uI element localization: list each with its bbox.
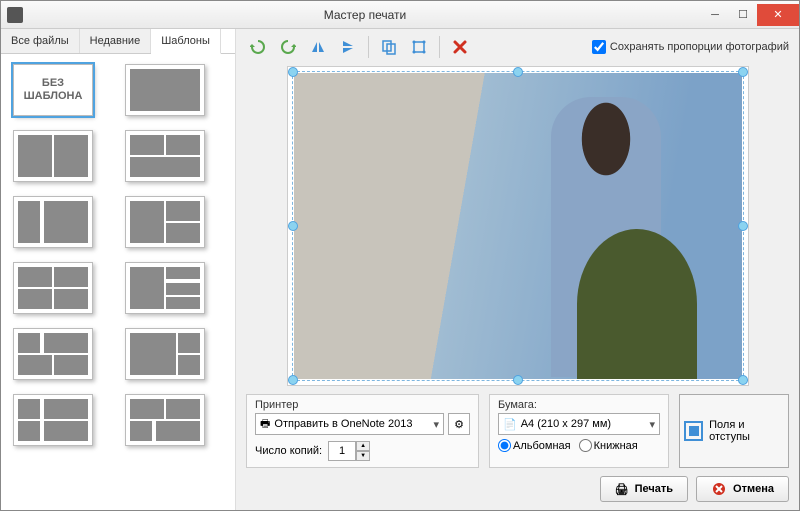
toolbar-separator: [368, 36, 369, 58]
toolbar-separator: [439, 36, 440, 58]
tab-all-files[interactable]: Все файлы: [1, 29, 80, 53]
resize-handle[interactable]: [513, 67, 523, 77]
resize-handle[interactable]: [288, 375, 298, 385]
orientation-portrait[interactable]: Книжная: [579, 439, 638, 452]
cancel-button-label: Отмена: [733, 483, 774, 495]
template-none-label: БЕЗ ШАБЛОНА: [24, 77, 83, 103]
margins-icon: [684, 421, 703, 441]
resize-handle[interactable]: [288, 221, 298, 231]
print-button[interactable]: 🖨 Печать: [600, 476, 688, 502]
app-icon: [7, 7, 23, 23]
tab-templates[interactable]: Шаблоны: [151, 29, 221, 54]
chevron-down-icon: ▾: [433, 418, 439, 431]
printer-icon: 🖶: [260, 415, 270, 434]
window-title: Мастер печати: [29, 8, 701, 22]
template-item[interactable]: [125, 262, 205, 314]
orientation-landscape-radio[interactable]: [498, 439, 511, 452]
printer-group-label: Принтер: [255, 399, 470, 411]
rotate-left-button[interactable]: [246, 35, 270, 59]
title-bar: Мастер печати ─ ☐ ✕: [1, 1, 799, 29]
paper-group: Бумага: 📄 A4 (210 x 297 мм) ▾ Альбомная …: [489, 394, 669, 468]
selection-frame[interactable]: [292, 71, 744, 381]
minimize-button[interactable]: ─: [701, 4, 729, 26]
templates-pane: Все файлы Недавние Шаблоны БЕЗ ШАБЛОНА: [1, 29, 236, 510]
template-none[interactable]: БЕЗ ШАБЛОНА: [13, 64, 93, 116]
page-icon: 📄: [503, 418, 517, 431]
template-item[interactable]: [125, 328, 205, 380]
paper-group-label: Бумага:: [498, 399, 660, 411]
printer-group: Принтер 🖶 Отправить в OneNote 2013 ▾ ⚙ Ч…: [246, 394, 479, 468]
copies-spinner[interactable]: ▲ ▼: [328, 441, 370, 461]
paper-selected: A4 (210 x 297 мм): [521, 418, 611, 430]
preview-area: [246, 60, 789, 390]
orientation-radio-group: Альбомная Книжная: [498, 439, 660, 452]
orientation-portrait-label: Книжная: [594, 440, 638, 452]
keep-aspect-ratio-label: Сохранять пропорции фотографий: [610, 41, 789, 53]
printer-settings-button[interactable]: ⚙: [448, 413, 470, 435]
orientation-portrait-radio[interactable]: [579, 439, 592, 452]
dialog-actions: 🖨 Печать Отмена: [246, 476, 789, 502]
copies-input[interactable]: [328, 441, 356, 461]
orientation-landscape-label: Альбомная: [513, 440, 571, 452]
chevron-down-icon: ▾: [649, 418, 655, 431]
template-item[interactable]: [125, 394, 205, 446]
flip-horizontal-button[interactable]: [306, 35, 330, 59]
margins-button[interactable]: Поля и отступы: [679, 394, 789, 468]
page-preview[interactable]: [287, 66, 749, 386]
template-item[interactable]: [13, 262, 93, 314]
template-item[interactable]: [125, 196, 205, 248]
flip-vertical-button[interactable]: [336, 35, 360, 59]
crop-button[interactable]: [407, 35, 431, 59]
print-settings: Принтер 🖶 Отправить в OneNote 2013 ▾ ⚙ Ч…: [246, 390, 789, 468]
copies-down-button[interactable]: ▼: [356, 451, 370, 461]
preview-pane: Сохранять пропорции фотографий: [236, 29, 799, 510]
resize-handle[interactable]: [513, 375, 523, 385]
copies-label: Число копий:: [255, 445, 322, 457]
cancel-icon: [711, 481, 727, 497]
paper-size-select[interactable]: 📄 A4 (210 x 297 мм) ▾: [498, 413, 660, 435]
template-item[interactable]: [13, 130, 93, 182]
template-item[interactable]: [125, 64, 205, 116]
template-item[interactable]: [125, 130, 205, 182]
template-item[interactable]: [13, 394, 93, 446]
cancel-button[interactable]: Отмена: [696, 476, 789, 502]
keep-aspect-ratio-checkbox[interactable]: [592, 40, 606, 54]
edit-toolbar: Сохранять пропорции фотографий: [246, 33, 789, 60]
orientation-landscape[interactable]: Альбомная: [498, 439, 571, 452]
resize-handle[interactable]: [738, 375, 748, 385]
template-item[interactable]: [13, 196, 93, 248]
keep-aspect-ratio[interactable]: Сохранять пропорции фотографий: [592, 40, 789, 54]
tab-recent[interactable]: Недавние: [80, 29, 152, 53]
resize-handle[interactable]: [738, 221, 748, 231]
printer-selected: Отправить в OneNote 2013: [274, 418, 412, 430]
gear-icon: ⚙: [454, 418, 464, 431]
rotate-right-button[interactable]: [276, 35, 300, 59]
copy-button[interactable]: [377, 35, 401, 59]
margins-button-label: Поля и отступы: [709, 419, 784, 443]
resize-handle[interactable]: [738, 67, 748, 77]
copies-up-button[interactable]: ▲: [356, 441, 370, 451]
delete-button[interactable]: [448, 35, 472, 59]
resize-handle[interactable]: [288, 67, 298, 77]
printer-select[interactable]: 🖶 Отправить в OneNote 2013 ▾: [255, 413, 444, 435]
maximize-button[interactable]: ☐: [729, 4, 757, 26]
template-list[interactable]: БЕЗ ШАБЛОНА: [1, 54, 235, 510]
close-button[interactable]: ✕: [757, 4, 799, 26]
window-controls: ─ ☐ ✕: [701, 4, 799, 26]
print-button-label: Печать: [635, 483, 673, 495]
source-tabs: Все файлы Недавние Шаблоны: [1, 29, 235, 54]
print-icon: 🖨: [615, 483, 629, 496]
template-item[interactable]: [13, 328, 93, 380]
